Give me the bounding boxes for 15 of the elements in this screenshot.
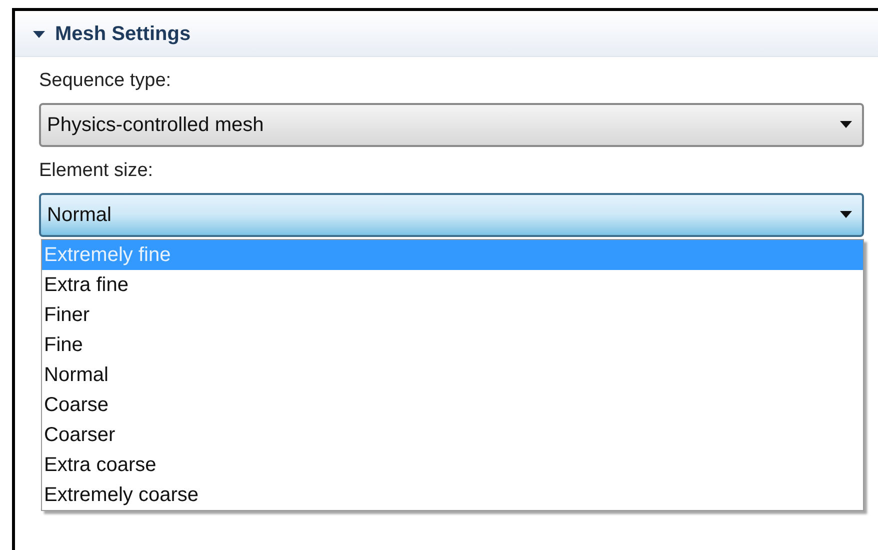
dropdown-option[interactable]: Extra coarse bbox=[42, 450, 863, 480]
dropdown-option[interactable]: Coarser bbox=[42, 420, 863, 450]
dropdown[interactable]: Physics-controlled mesh bbox=[39, 103, 864, 147]
dropdown[interactable]: Normal bbox=[39, 193, 864, 237]
dropdown-option[interactable]: Fine bbox=[42, 330, 863, 360]
dropdown-caret-icon bbox=[840, 211, 852, 219]
field-label: Sequence type: bbox=[39, 70, 172, 91]
dropdown-option[interactable]: Coarse bbox=[42, 390, 863, 420]
field-label: Element size: bbox=[39, 160, 154, 181]
dropdown-option[interactable]: Extremely coarse bbox=[42, 480, 863, 510]
dropdown-option[interactable]: Normal bbox=[42, 360, 863, 390]
dropdown-option[interactable]: Finer bbox=[42, 300, 863, 330]
dropdown-option[interactable]: Extra fine bbox=[42, 270, 863, 300]
section-title: Mesh Settings bbox=[55, 22, 191, 46]
dropdown-caret-icon bbox=[840, 121, 852, 129]
